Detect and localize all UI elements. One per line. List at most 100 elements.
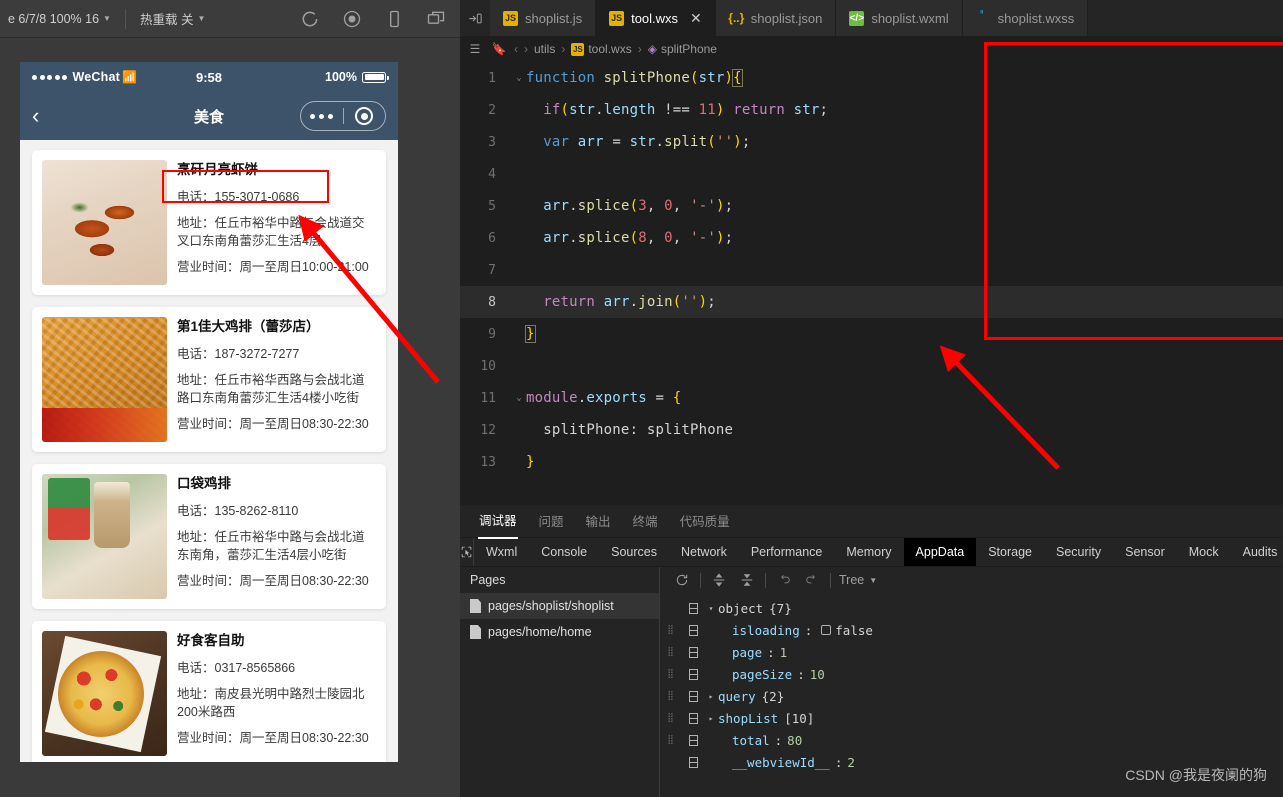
tree-row[interactable]: ⣿ pageSize : 10 [660, 663, 1283, 685]
breadcrumb-label: splitPhone [660, 42, 717, 56]
copy-icon[interactable] [682, 624, 704, 636]
code-editor[interactable]: 1 ⌄ function splitPhone(str){ 2 if(str.l… [460, 62, 1283, 505]
wechat-capsule-button[interactable] [300, 101, 386, 131]
fold-chevron-icon[interactable]: ⌄ [512, 73, 526, 83]
list-item[interactable]: 第1佳大鸡排（蕾莎店） 电话：187-3272-7277 地址：任丘市裕华西路与… [32, 307, 386, 452]
close-target-icon[interactable] [344, 107, 386, 125]
tab-sources[interactable]: Sources [599, 538, 669, 566]
tab-problems[interactable]: 问题 [538, 504, 565, 538]
tree-row[interactable]: ⣿ total : 80 [660, 729, 1283, 751]
bookmark-icon[interactable]: 🔖 [490, 42, 508, 56]
page-item-shoplist[interactable]: pages/shoplist/shoplist [460, 593, 659, 619]
open-editors-icon[interactable] [460, 0, 490, 36]
appdata-tree[interactable]: ▾ object {7} ⣿ isloading : false ⣿ page … [660, 593, 1283, 773]
tab-wxml[interactable]: Wxml [474, 538, 529, 566]
chevron-down-icon[interactable]: ▾ [704, 604, 718, 613]
tab-audits[interactable]: Audits [1231, 538, 1283, 566]
drag-grip-icon[interactable]: ⣿ [660, 736, 682, 745]
drag-grip-icon[interactable]: ⣿ [660, 626, 682, 635]
code-line[interactable]: 10 [460, 350, 1283, 382]
outline-list-icon[interactable]: ☰ [466, 42, 484, 56]
tab-sensor[interactable]: Sensor [1113, 538, 1177, 566]
tab-performance[interactable]: Performance [739, 538, 835, 566]
tab-console[interactable]: Console [529, 538, 599, 566]
code-line[interactable]: 9 } [460, 318, 1283, 350]
device-selector[interactable]: e 6/7/8 100% 16 ▼ [0, 0, 119, 37]
copy-icon[interactable] [682, 712, 704, 724]
collapse-all-icon[interactable] [733, 573, 761, 587]
drag-grip-icon[interactable]: ⣿ [660, 714, 682, 723]
drag-grip-icon[interactable]: ⣿ [660, 692, 682, 701]
hot-reload-selector[interactable]: 热重载 关 ▼ [132, 0, 213, 37]
split-window-icon[interactable] [426, 9, 446, 29]
code-line[interactable]: 12 splitPhone: splitPhone [460, 414, 1283, 446]
nav-back-icon[interactable]: ‹ [514, 42, 518, 56]
editor-pane: JS shoplist.js JS tool.wxs ✕ {..} shopli… [460, 0, 1283, 797]
code-line[interactable]: 6 arr.splice(8, 0, '-'); [460, 222, 1283, 254]
tab-shoplist-wxml[interactable]: </> shoplist.wxml [836, 0, 963, 36]
tab-debugger[interactable]: 调试器 [478, 503, 518, 539]
code-line[interactable]: 11 ⌄ module.exports = { [460, 382, 1283, 414]
copy-icon[interactable] [682, 690, 704, 702]
expand-all-icon[interactable] [705, 573, 733, 587]
tree-row[interactable]: ⣿ isloading : false [660, 619, 1283, 641]
chevron-right-icon[interactable]: ▸ [704, 692, 718, 701]
nav-forward-icon[interactable]: › [524, 42, 528, 56]
tab-appdata[interactable]: AppData [903, 538, 977, 566]
tab-shoplist-js[interactable]: JS shoplist.js [490, 0, 597, 36]
code-line[interactable]: 1 ⌄ function splitPhone(str){ [460, 62, 1283, 94]
drag-grip-icon[interactable]: ⣿ [660, 670, 682, 679]
tab-tool-wxs[interactable]: JS tool.wxs ✕ [596, 0, 716, 36]
tree-row[interactable]: ⣿ ▸ query {2} [660, 685, 1283, 707]
inspect-cursor-icon[interactable] [460, 538, 474, 566]
chevron-right-icon[interactable]: ▸ [704, 714, 718, 723]
redo-icon[interactable] [798, 573, 826, 587]
list-item[interactable]: 口袋鸡排 电话：135-8262-8110 地址：任丘市裕华中路与会战北道东南角… [32, 464, 386, 609]
tab-storage[interactable]: Storage [976, 538, 1044, 566]
code-line[interactable]: 2 if(str.length !== 11) return str; [460, 94, 1283, 126]
copy-icon[interactable] [682, 756, 704, 768]
code-line[interactable]: 7 [460, 254, 1283, 286]
more-dots-icon[interactable] [301, 113, 343, 119]
tab-security[interactable]: Security [1044, 538, 1113, 566]
breadcrumb-item-utils[interactable]: utils [534, 42, 555, 56]
copy-icon[interactable] [682, 646, 704, 658]
tab-code-quality[interactable]: 代码质量 [679, 504, 731, 538]
tab-memory[interactable]: Memory [834, 538, 903, 566]
breadcrumb-item-tool-wxs[interactable]: JS tool.wxs [571, 42, 632, 56]
checkbox-icon[interactable] [821, 625, 832, 635]
tab-network[interactable]: Network [669, 538, 739, 566]
tab-output[interactable]: 输出 [585, 504, 612, 538]
refresh-icon[interactable] [668, 573, 696, 587]
copy-icon[interactable] [682, 602, 704, 614]
breadcrumb-item-splitphone[interactable]: ◈ splitPhone [648, 42, 717, 56]
copy-icon[interactable] [682, 734, 704, 746]
close-icon[interactable]: ✕ [690, 10, 702, 27]
view-mode-label: Tree [839, 573, 865, 587]
fold-chevron-icon[interactable]: ⌄ [512, 393, 526, 403]
tree-row[interactable]: ⣿ ▸ shopList [10] [660, 707, 1283, 729]
drag-grip-icon[interactable]: ⣿ [660, 648, 682, 657]
code-line[interactable]: 3 var arr = str.split(''); [460, 126, 1283, 158]
tree-row-root[interactable]: ▾ object {7} [660, 597, 1283, 619]
back-chevron-left-icon[interactable]: ‹ [32, 105, 39, 127]
code-line[interactable]: 5 arr.splice(3, 0, '-'); [460, 190, 1283, 222]
code-line[interactable]: 13 } [460, 446, 1283, 478]
page-item-home[interactable]: pages/home/home [460, 619, 659, 645]
tab-terminal[interactable]: 终端 [632, 504, 659, 538]
tab-shoplist-json[interactable]: {..} shoplist.json [715, 0, 837, 36]
compile-refresh-icon[interactable] [300, 9, 320, 29]
code-line[interactable]: 8 return arr.join(''); [460, 286, 1283, 318]
code-line[interactable]: 4 [460, 158, 1283, 190]
view-mode-select[interactable]: Tree ▼ [835, 573, 881, 587]
list-item[interactable]: 好食客自助 电话：0317-8565866 地址：南皮县光明中路烈士陵园北200… [32, 621, 386, 762]
tab-shoplist-wxss[interactable]: ᳚ shoplist.wxss [962, 0, 1089, 36]
copy-icon[interactable] [682, 668, 704, 680]
tree-row[interactable]: ⣿ page : 1 [660, 641, 1283, 663]
phone-preview-icon[interactable] [384, 9, 404, 29]
tab-mock[interactable]: Mock [1177, 538, 1231, 566]
record-icon[interactable] [342, 9, 362, 29]
list-item[interactable]: 烹矸月亮虾饼 电话：155-3071-0686 地址：任丘市裕华中路与会战道交叉… [32, 150, 386, 295]
shop-list[interactable]: 烹矸月亮虾饼 电话：155-3071-0686 地址：任丘市裕华中路与会战道交叉… [20, 140, 398, 762]
undo-icon[interactable] [770, 573, 798, 587]
